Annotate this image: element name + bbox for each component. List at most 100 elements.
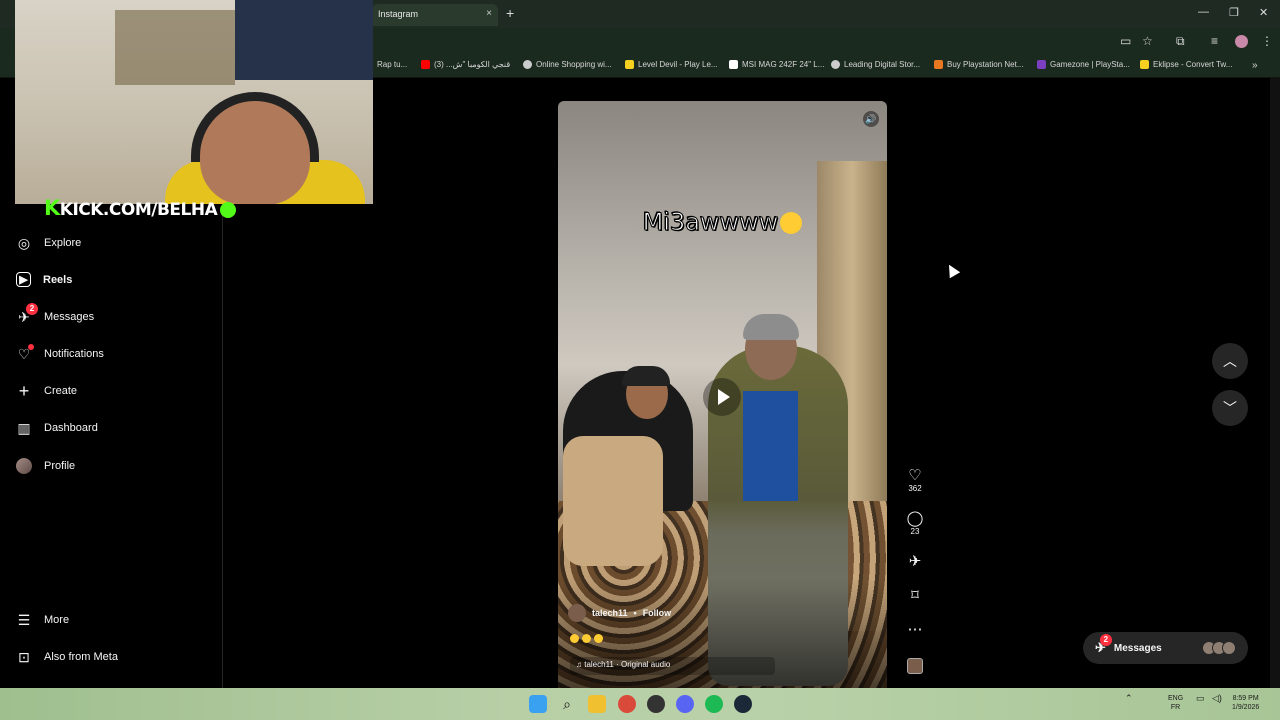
sidebar-item-label: More <box>44 614 70 626</box>
previous-reel-button[interactable]: ︿ <box>1212 343 1248 379</box>
author-username[interactable]: talech11 <box>592 608 628 618</box>
spotify-icon[interactable] <box>705 695 723 713</box>
comment-icon: ◯ <box>906 510 924 527</box>
clock-time: 8:59 PM <box>1232 695 1259 702</box>
more-options-button[interactable]: ⋯ <box>906 622 924 638</box>
dashboard-icon: ▥ <box>17 419 31 436</box>
discord-icon[interactable] <box>676 695 694 713</box>
bookmark-label: Level Devil - Play Le... <box>638 60 718 69</box>
sidebar-item-profile[interactable]: Profile <box>16 458 75 474</box>
bookmark-star-icon[interactable]: ☆ <box>1142 34 1153 48</box>
author-avatar[interactable] <box>568 604 586 622</box>
media-controls-icon[interactable]: ≡ <box>1211 34 1218 48</box>
bookmark-item[interactable]: MSI MAG 242F 24" L... <box>729 60 824 69</box>
reel-description[interactable] <box>570 634 603 643</box>
like-count: 362 <box>908 484 922 493</box>
sidebar-item-reels[interactable]: ▶ Reels <box>16 272 72 287</box>
follow-button[interactable]: Follow <box>643 608 672 618</box>
separator-dot: • <box>633 608 637 618</box>
reel-video[interactable]: Mi3awwww 🔊 talech11 • Follow ♫ talech11 … <box>558 101 887 688</box>
search-icon[interactable]: ⌕ <box>558 695 576 713</box>
volume-icon[interactable]: 🔊 <box>863 111 879 127</box>
bookmark-item[interactable]: قنجي الكومبا "ش... (3) <box>421 60 510 69</box>
windows-taskbar <box>0 688 1280 720</box>
sidebar-item-also-from-meta[interactable]: ⊡ Also from Meta <box>16 649 118 665</box>
avatar <box>1222 641 1236 655</box>
bookmarks-overflow-button[interactable]: » <box>1252 60 1258 71</box>
sidebar-item-explore[interactable]: ◎ Explore <box>16 235 81 251</box>
bookmark-item[interactable]: Online Shopping wi... <box>523 60 612 69</box>
close-window-button[interactable]: ✕ <box>1259 6 1268 19</box>
youtube-icon <box>421 60 430 69</box>
network-icon[interactable]: ▭ <box>1196 694 1205 703</box>
reel-overlay-caption: Mi3awwww <box>558 208 887 237</box>
share-button[interactable]: ✈ <box>906 554 924 570</box>
comment-button[interactable]: ◯ 23 <box>906 510 924 537</box>
sidebar-item-dashboard[interactable]: ▥ Dashboard <box>16 419 98 436</box>
chrome-icon[interactable] <box>618 695 636 713</box>
tray-overflow-icon[interactable]: ⌃ <box>1125 694 1133 703</box>
clock[interactable]: 8:59 PM 1/9/2026 <box>1232 694 1259 712</box>
next-reel-button[interactable]: ﹀ <box>1212 390 1248 426</box>
bookmark-item[interactable]: Leading Digital Stor... <box>831 60 920 69</box>
file-explorer-icon[interactable] <box>588 695 606 713</box>
messages-floating-button[interactable]: ✈ 2 Messages <box>1083 632 1248 664</box>
webcam-overlay <box>15 0 373 204</box>
language-indicator[interactable]: ENG FR <box>1168 694 1183 712</box>
bookmark-item[interactable]: Level Devil - Play Le... <box>625 60 718 69</box>
webcam-poster <box>235 0 373 80</box>
like-button[interactable]: ♡ 362 <box>906 468 924 494</box>
profile-avatar[interactable] <box>1235 35 1248 48</box>
new-tab-button[interactable]: + <box>506 5 514 21</box>
play-icon[interactable] <box>703 378 741 416</box>
bookmark-item[interactable]: Eklipse - Convert Tw... <box>1140 60 1232 69</box>
mouse-cursor <box>943 261 961 279</box>
bookmark-label: Online Shopping wi... <box>536 60 612 69</box>
explore-icon: ◎ <box>17 234 31 251</box>
laughing-emoji-icon <box>594 634 603 643</box>
bookmark-item[interactable]: Buy Playstation Net... <box>934 60 1023 69</box>
sidebar-item-label: Dashboard <box>44 422 98 434</box>
browser-tab-instagram[interactable]: Instagram × <box>372 4 498 26</box>
reel-audio-link[interactable]: ♫ talech11 · Original audio <box>570 657 775 675</box>
sidebar-item-label: Reels <box>43 273 73 286</box>
sidebar-item-create[interactable]: + Create <box>16 381 77 401</box>
profile-avatar <box>16 458 32 474</box>
sidebar-item-messages[interactable]: ✈ 2 Messages <box>16 303 94 325</box>
sidebar-item-label: Explore <box>44 237 82 249</box>
extensions-icon[interactable]: ⧉ <box>1176 34 1185 49</box>
bookmark-item[interactable]: Gamezone | PlaySta... <box>1037 60 1130 69</box>
bookmark-label: Leading Digital Stor... <box>844 60 921 69</box>
speaker-icon[interactable]: ◁) <box>1212 694 1222 703</box>
reel-caption-text: Mi3awwww <box>642 208 779 237</box>
browser-menu-icon[interactable]: ⋮ <box>1261 34 1273 48</box>
save-button[interactable]: ⌑ <box>906 588 924 604</box>
site-icon <box>1140 60 1149 69</box>
cast-icon[interactable]: ▭ <box>1120 34 1131 48</box>
audio-thumbnail[interactable] <box>907 658 923 674</box>
language-top: ENG <box>1168 695 1184 702</box>
tab-close-icon[interactable]: × <box>486 8 492 19</box>
steam-icon[interactable] <box>734 695 752 713</box>
bookmark-label: Rap tu... <box>377 60 408 69</box>
msi-icon <box>729 60 738 69</box>
sidebar-item-more[interactable]: ☰ More <box>16 612 69 628</box>
bookmark-item[interactable]: Rap tu... <box>377 60 407 69</box>
laughing-emoji-icon <box>570 634 579 643</box>
globe-icon <box>523 60 532 69</box>
minimize-button[interactable]: — <box>1198 6 1209 18</box>
sidebar-item-notifications[interactable]: ♡ Notifications <box>16 344 104 362</box>
restore-button[interactable]: ❐ <box>1229 6 1239 19</box>
page-scrollbar[interactable] <box>1270 78 1280 688</box>
hamburger-icon: ☰ <box>17 611 31 628</box>
site-icon <box>625 60 634 69</box>
send-icon: ✈ <box>908 553 922 570</box>
messenger-icon: ✈ 2 <box>16 303 38 325</box>
bookmark-label: MSI MAG 242F 24" L... <box>742 60 825 69</box>
obs-icon[interactable] <box>647 695 665 713</box>
verified-badge-icon <box>220 202 237 218</box>
heart-icon: ♡ <box>16 344 34 362</box>
start-icon[interactable] <box>529 695 547 713</box>
site-icon <box>831 60 840 69</box>
webcam-headset <box>191 92 319 162</box>
